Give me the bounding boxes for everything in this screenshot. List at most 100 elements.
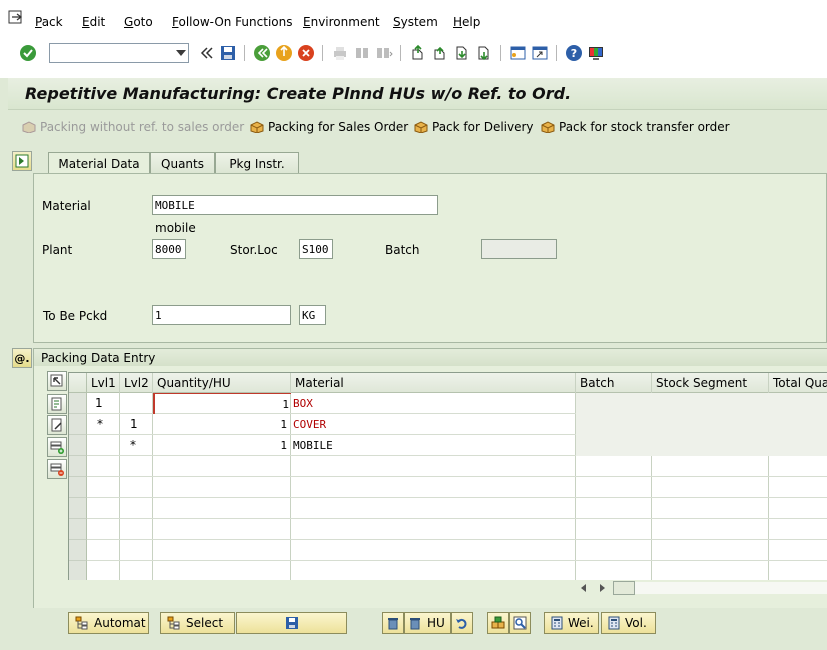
menu-follow-on-functions[interactable]: Follow-On Functions <box>172 15 292 29</box>
cell-quantity-hu[interactable]: 1 <box>153 414 291 435</box>
menu-edit[interactable]: Edit <box>82 15 105 29</box>
cell-batch[interactable] <box>576 393 652 414</box>
volume-button[interactable]: Vol. <box>601 612 656 634</box>
cell-batch[interactable] <box>576 414 652 435</box>
find-icon[interactable] <box>353 44 371 62</box>
row-selector[interactable] <box>69 456 87 477</box>
tab-quants[interactable]: Quants <box>150 152 215 174</box>
cell-lvl1[interactable]: * <box>91 414 120 435</box>
pack-for-delivery-button[interactable]: Pack for Delivery <box>414 118 534 136</box>
menu-goto[interactable]: Goto <box>124 15 153 29</box>
last-page-icon[interactable] <box>475 44 493 62</box>
details-button[interactable] <box>47 394 67 414</box>
delete-hu-level-button[interactable]: HU <box>404 612 451 634</box>
tab-pkg-instr[interactable]: Pkg Instr. <box>215 152 299 174</box>
undo-button[interactable] <box>451 612 473 634</box>
table-row-empty[interactable] <box>69 477 827 498</box>
cell-lvl2[interactable] <box>124 393 153 414</box>
unit-input[interactable]: KG <box>299 305 326 325</box>
row-selector[interactable] <box>69 477 87 498</box>
table-row[interactable]: * 1 1 COVER <box>69 414 827 435</box>
print-icon[interactable] <box>331 44 349 62</box>
to-be-pckd-input[interactable]: 1 <box>152 305 291 325</box>
table-row[interactable]: 1 1 BOX <box>69 393 827 414</box>
cell-batch[interactable] <box>576 435 652 456</box>
row-selector[interactable] <box>69 561 87 581</box>
new-session-icon[interactable] <box>509 44 527 62</box>
enter-icon[interactable] <box>19 44 37 62</box>
batch-input[interactable] <box>481 239 557 259</box>
row-selector[interactable] <box>69 498 87 519</box>
expand-header-button[interactable] <box>12 151 32 171</box>
save-icon[interactable] <box>219 44 237 62</box>
row-selector[interactable] <box>69 519 87 540</box>
table-row-empty[interactable] <box>69 498 827 519</box>
cell-lvl2[interactable]: * <box>124 435 153 456</box>
table-row-empty[interactable] <box>69 456 827 477</box>
double-left-icon[interactable] <box>198 44 216 62</box>
scroll-thumb[interactable] <box>613 581 635 595</box>
storloc-input[interactable]: S100 <box>299 239 333 259</box>
cell-lvl2[interactable]: 1 <box>124 414 153 435</box>
help-icon[interactable]: ? <box>565 44 583 62</box>
cell-lvl1[interactable] <box>91 435 120 456</box>
row-selector[interactable] <box>69 414 87 435</box>
packing-without-ref-button[interactable]: Packing without ref. to sales order <box>22 118 244 136</box>
prev-page-icon[interactable] <box>431 44 449 62</box>
scroll-track[interactable] <box>635 582 827 594</box>
cell-lvl1[interactable]: 1 <box>91 393 120 414</box>
cell-material[interactable]: COVER <box>291 414 576 435</box>
find-package-button[interactable] <box>509 612 531 634</box>
row-selector-header[interactable] <box>69 373 87 393</box>
cell-material[interactable]: MOBILE <box>291 435 576 456</box>
packing-for-sales-order-button[interactable]: Packing for Sales Order <box>250 118 408 136</box>
menu-environment[interactable]: Environment <box>303 15 380 29</box>
select-all-button[interactable] <box>47 371 67 391</box>
command-field[interactable] <box>49 43 189 63</box>
cell-stock-segment[interactable] <box>652 393 769 414</box>
pack-button[interactable] <box>487 612 509 634</box>
change-button[interactable] <box>47 415 67 435</box>
save-pack-button[interactable] <box>236 612 347 634</box>
find-next-icon[interactable] <box>375 44 393 62</box>
first-page-icon[interactable] <box>409 44 427 62</box>
shortcut-icon[interactable] <box>531 44 549 62</box>
menu-help[interactable]: Help <box>453 15 480 29</box>
row-selector[interactable] <box>69 393 87 414</box>
chevron-down-icon[interactable] <box>176 50 186 56</box>
cell-quantity-hu[interactable]: 1 <box>153 393 291 414</box>
row-selector[interactable] <box>69 435 87 456</box>
table-row-empty[interactable] <box>69 519 827 540</box>
exit-icon[interactable] <box>275 44 293 62</box>
pack-for-stock-transfer-order-button[interactable]: Pack for stock transfer order <box>541 118 730 136</box>
scroll-right-icon[interactable] <box>598 584 606 592</box>
packing-data-toggle-button[interactable]: @. <box>12 348 32 368</box>
cell-stock-segment[interactable] <box>652 414 769 435</box>
menu-system[interactable]: System <box>393 15 438 29</box>
plant-input[interactable]: 8000 <box>152 239 186 259</box>
weight-button[interactable]: Wei. <box>544 612 599 634</box>
horizontal-scrollbar[interactable] <box>68 580 827 596</box>
table-row[interactable]: * 1 MOBILE <box>69 435 827 456</box>
delete-hu-button[interactable] <box>382 612 404 634</box>
cell-material[interactable]: BOX <box>291 393 576 414</box>
cancel-icon[interactable] <box>297 44 315 62</box>
next-page-icon[interactable] <box>453 44 471 62</box>
row-selector[interactable] <box>69 540 87 561</box>
table-row-empty[interactable] <box>69 561 827 581</box>
menu-pack[interactable]: Pack <box>35 15 63 29</box>
column-header-total-quantity[interactable]: Total Quan <box>769 373 827 393</box>
delete-row-button[interactable] <box>47 459 67 479</box>
table-row-empty[interactable] <box>69 540 827 561</box>
nav-back-icon[interactable] <box>253 44 271 62</box>
material-input[interactable]: MOBILE <box>152 195 438 215</box>
tab-material-data[interactable]: Material Data <box>48 152 150 175</box>
insert-row-button[interactable] <box>47 437 67 457</box>
select-button[interactable]: Select <box>160 612 235 634</box>
scroll-left-icon[interactable] <box>580 584 588 592</box>
automat-button[interactable]: Automat <box>68 612 149 634</box>
system-menu-icon[interactable] <box>8 10 24 24</box>
cell-stock-segment[interactable] <box>652 435 769 456</box>
cell-quantity-hu[interactable]: 1 <box>153 435 291 456</box>
customize-icon[interactable] <box>587 44 605 62</box>
